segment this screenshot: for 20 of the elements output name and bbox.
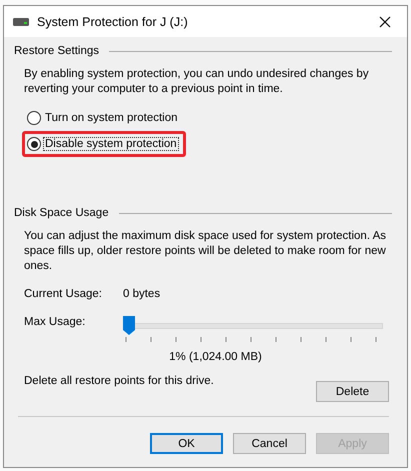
cancel-button[interactable]: Cancel — [233, 433, 306, 454]
description-text: You can adjust the maximum disk space used for system protection. As space fills up, older restore points will be deleted to make room for new ones. — [24, 229, 388, 274]
max-usage-label: Max Usage: — [24, 316, 86, 328]
radio-option[interactable]: Turn on system protection — [22, 105, 187, 131]
window-title: System Protection for J (J:) — [37, 14, 189, 28]
section-heading: Restore Settings — [14, 45, 100, 57]
section-heading: Disk Space Usage — [14, 207, 109, 219]
description-text: By enabling system protection, you can undo undesired changes by reverting your computer to a previous point in time. — [24, 67, 370, 97]
slider-thumb[interactable] — [123, 316, 135, 335]
radio-button[interactable] — [27, 111, 41, 125]
max-usage-reading: 1% (1,024.00 MB) — [168, 351, 263, 363]
delete-button[interactable]: Delete — [316, 381, 389, 402]
drive-icon — [13, 18, 29, 26]
current-usage-label: Current Usage: — [24, 288, 103, 300]
radio-button[interactable] — [27, 137, 41, 151]
current-usage-value: 0 bytes — [123, 288, 160, 300]
radio-option[interactable]: Disable system protection — [22, 131, 186, 157]
ok-button[interactable]: OK — [150, 433, 223, 454]
close-icon — [379, 16, 391, 28]
delete-description: Delete all restore points for this drive. — [24, 375, 214, 387]
